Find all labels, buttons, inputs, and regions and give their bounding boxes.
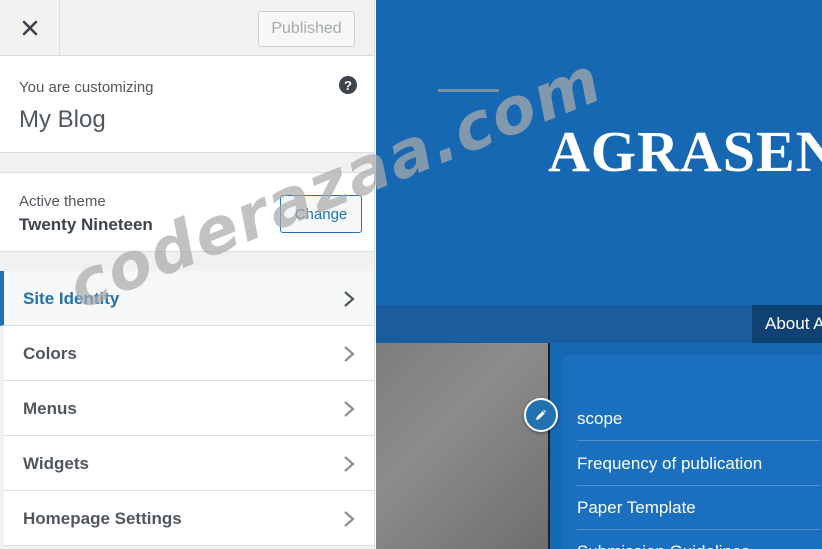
site-preview: AGRASEN About A scope Frequency of publi… bbox=[376, 0, 822, 549]
panel-label: Widgets bbox=[23, 454, 89, 473]
change-theme-button[interactable]: Change bbox=[280, 195, 362, 233]
panel-menus[interactable]: Menus bbox=[4, 381, 374, 436]
customizing-label: You are customizing bbox=[19, 79, 154, 96]
preview-divider bbox=[548, 343, 550, 549]
chevron-right-icon bbox=[344, 511, 355, 527]
close-button[interactable] bbox=[0, 0, 60, 56]
preview-image-area bbox=[376, 343, 549, 549]
active-theme-section: Active theme Twenty Nineteen Change bbox=[0, 172, 374, 252]
published-button[interactable]: Published bbox=[258, 11, 355, 47]
edit-shortcut-button[interactable] bbox=[524, 398, 558, 432]
panel-colors[interactable]: Colors bbox=[4, 326, 374, 381]
panel-label: Homepage Settings bbox=[23, 509, 182, 528]
menu-link-scope[interactable]: scope bbox=[577, 397, 820, 441]
customizer-sidebar: Published You are customizing My Blog ? … bbox=[0, 0, 375, 549]
customizing-info: You are customizing My Blog ? bbox=[0, 56, 374, 153]
panel-list: Site Identity Colors Menus Widgets Homep… bbox=[0, 271, 374, 546]
menu-link-paper-template[interactable]: Paper Template bbox=[577, 486, 820, 530]
panel-label: Site Identity bbox=[23, 289, 120, 308]
active-theme-label: Active theme bbox=[19, 193, 106, 210]
panel-label: Colors bbox=[23, 344, 77, 363]
theme-name: Twenty Nineteen bbox=[19, 215, 153, 234]
chevron-right-icon bbox=[344, 456, 355, 472]
preview-site-title[interactable]: AGRASEN bbox=[548, 118, 822, 185]
help-icon[interactable]: ? bbox=[339, 76, 357, 94]
menu-link-submission[interactable]: Submission Guidelines bbox=[577, 530, 820, 549]
panel-site-identity[interactable]: Site Identity bbox=[0, 271, 374, 326]
chevron-right-icon bbox=[344, 291, 355, 307]
nav-item-about[interactable]: About A bbox=[752, 305, 822, 343]
site-name: My Blog bbox=[19, 106, 106, 133]
customizer-header: Published bbox=[0, 0, 374, 56]
chevron-right-icon bbox=[344, 346, 355, 362]
hero-divider bbox=[438, 89, 499, 92]
close-icon bbox=[22, 20, 37, 36]
chevron-right-icon bbox=[344, 401, 355, 417]
preview-nav-bar: About A bbox=[376, 305, 822, 343]
panel-homepage-settings[interactable]: Homepage Settings bbox=[4, 491, 374, 546]
panel-widgets[interactable]: Widgets bbox=[4, 436, 374, 491]
preview-menu-card: scope Frequency of publication Paper Tem… bbox=[562, 355, 822, 549]
pencil-icon bbox=[536, 409, 547, 420]
panel-label: Menus bbox=[23, 399, 77, 418]
preview-hero: AGRASEN bbox=[376, 0, 822, 305]
menu-link-frequency[interactable]: Frequency of publication bbox=[577, 442, 820, 486]
